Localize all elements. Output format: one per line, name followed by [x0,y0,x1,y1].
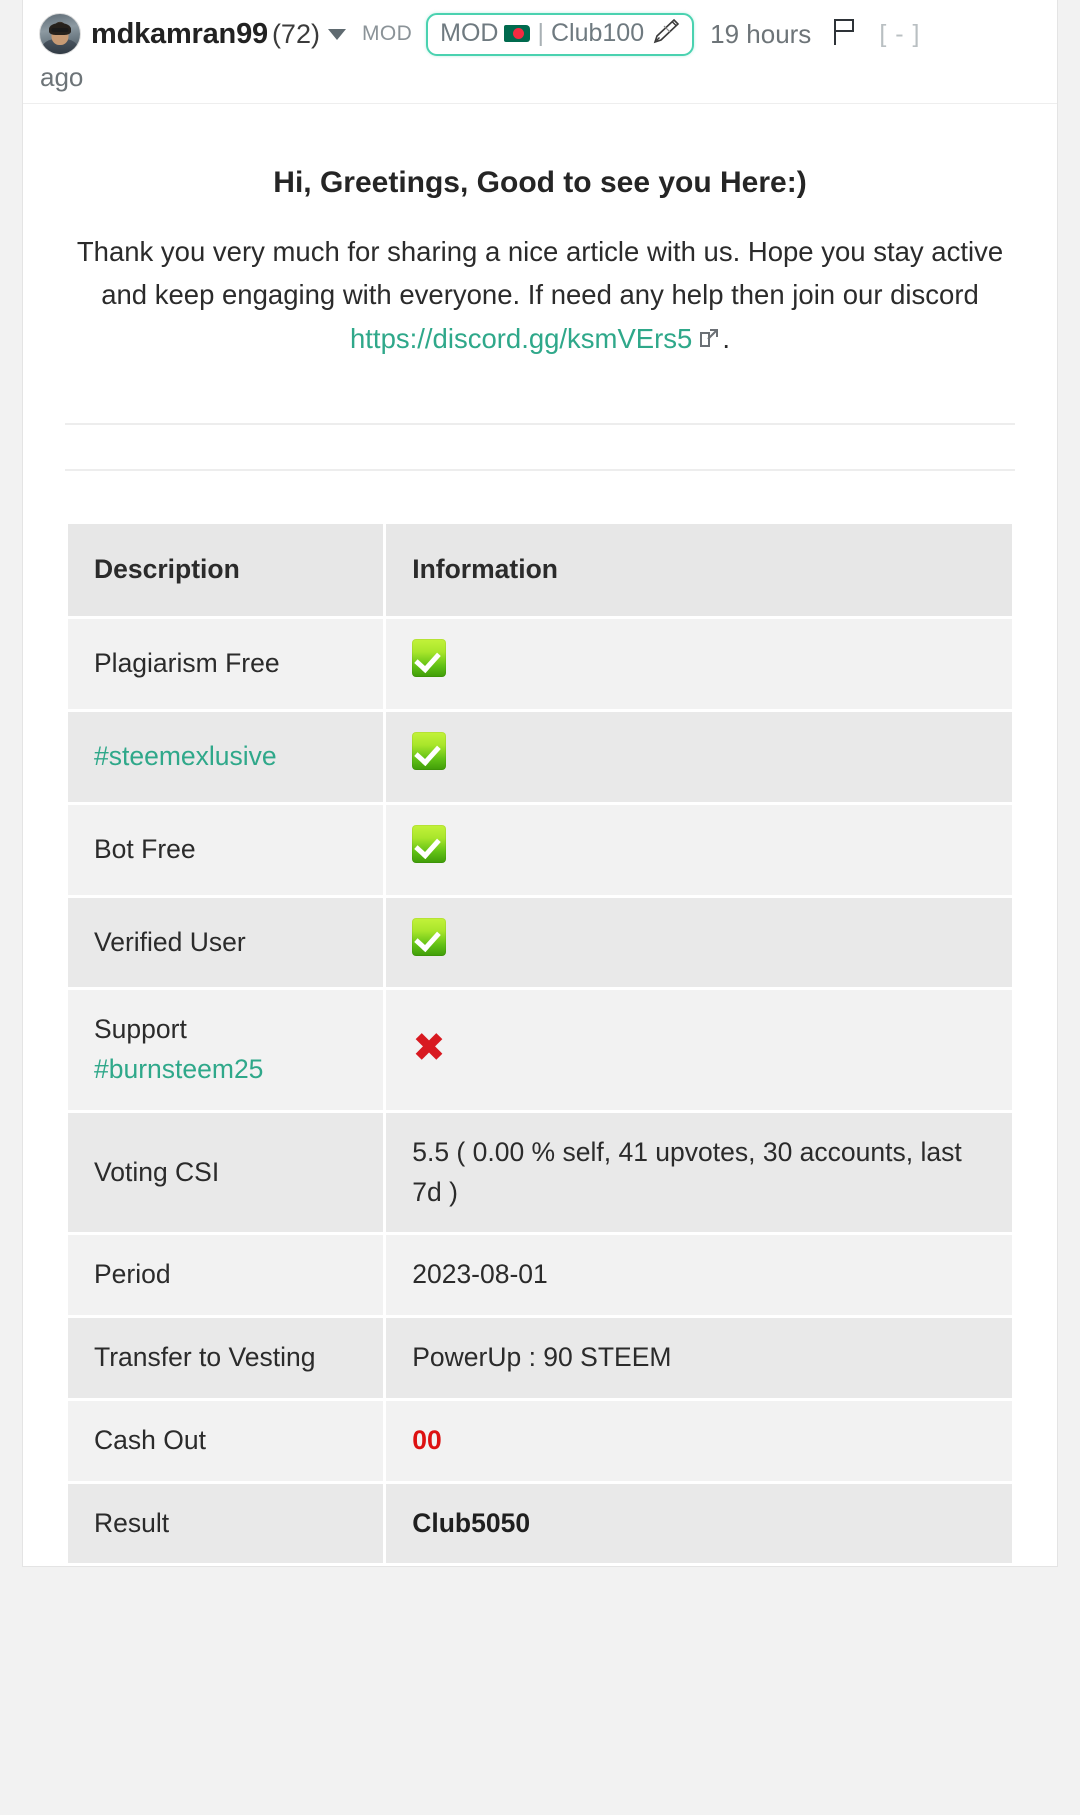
author-reputation: (72) [271,18,320,49]
table-row: Voting CSI 5.5 ( 0.00 % self, 41 upvotes,… [68,1112,1012,1233]
cell-description: Support #burnsteem25 [68,990,384,1110]
divider-bottom [65,469,1015,472]
information-value: 2023-08-01 [412,1259,548,1290]
description-label: Period [94,1259,171,1290]
cell-description: Transfer to Vesting [68,1318,384,1398]
cell-description: Plagiarism Free [68,619,384,710]
information-value: PowerUp : 90 STEEM [412,1342,672,1373]
greeting-paragraph: Thank you very much for sharing a nice a… [71,230,1009,361]
badge-separator: | [537,18,544,47]
column-header-description: Description [68,524,384,617]
divider-top [65,423,1015,426]
cell-information [386,619,1012,710]
paragraph-text-after: . [722,322,730,354]
table-row: Verified User [68,897,1012,988]
flag-outline-icon[interactable] [831,17,857,52]
external-link-icon [698,318,720,361]
description-tag-link[interactable]: #burnsteem25 [94,1054,263,1084]
table-header-row: Description Information [68,524,1012,617]
check-mark-icon [412,917,447,956]
description-label: Plagiarism Free [94,648,280,679]
timestamp-wrap: ago [40,61,84,92]
table-row: #steemexlusive [68,712,1012,802]
cell-description: Cash Out [68,1400,384,1481]
cross-mark-icon: ✖ [412,1024,446,1071]
description-label: Support [94,1014,187,1045]
cell-information: 5.5 ( 0.00 % self, 41 upvotes, 30 accoun… [386,1112,1012,1233]
report-table: Description Information Plagiarism Free #… [65,521,1015,1566]
comment-header: mdkamran99 (72) MOD MOD | Club100 19 hou… [23,0,1057,104]
column-header-information: Information [386,524,1012,617]
pen-icon [650,18,680,49]
comment-card: mdkamran99 (72) MOD MOD | Club100 19 hou… [22,0,1058,1568]
cell-description: #steemexlusive [68,712,384,802]
greeting-title: Hi, Greetings, Good to see you Here:) [273,166,807,199]
cell-description: Result [68,1483,384,1564]
table-row: Result Club5050 [68,1483,1012,1564]
description-label: Cash Out [94,1424,206,1455]
chevron-down-icon[interactable] [327,28,346,40]
cell-information: PowerUp : 90 STEEM [386,1318,1012,1398]
cell-information: ✖ [386,990,1012,1110]
description-label: Transfer to Vesting [94,1342,316,1373]
table-row: Cash Out 00 [68,1400,1012,1481]
report-table-body: Plagiarism Free #steemexlusive Bot Free Ver… [68,619,1012,1564]
mod-club-badge[interactable]: MOD | Club100 [426,12,695,56]
description-label: Bot Free [94,833,196,864]
mod-role-label: MOD [361,22,413,45]
information-value: 00 [412,1424,442,1455]
bangladesh-flag-icon [504,24,531,42]
description-label: Result [94,1507,170,1538]
author-name[interactable]: mdkamran99 [91,18,268,51]
cell-description: Verified User [68,897,384,988]
check-mark-icon [412,639,447,678]
cell-information: Club5050 [386,1483,1012,1564]
cell-information: 00 [386,1400,1012,1481]
table-row: Plagiarism Free [68,619,1012,710]
table-row: Support #burnsteem25 ✖ [68,990,1012,1110]
table-row: Transfer to Vesting PowerUp : 90 STEEM [68,1318,1012,1398]
check-mark-icon [412,824,447,863]
information-value: Club5050 [412,1507,531,1538]
comment-body: Hi, Greetings, Good to see you Here:) Th… [23,104,1057,477]
table-row: Bot Free [68,804,1012,895]
avatar-glasses [51,28,69,33]
description-label: Voting CSI [94,1156,220,1187]
badge-role-label: MOD [440,18,499,47]
cell-description: Voting CSI [68,1112,384,1233]
cell-information: 2023-08-01 [386,1235,1012,1316]
cell-information [386,712,1012,802]
collapse-toggle[interactable]: [ - ] [879,20,920,49]
table-row: Period 2023-08-01 [68,1235,1012,1316]
comment-timestamp[interactable]: 19 hours [710,19,811,50]
information-value: 5.5 ( 0.00 % self, 41 upvotes, 30 accoun… [412,1136,962,1207]
report-table-container: Description Information Plagiarism Free #… [23,477,1057,1566]
description-label: Verified User [94,926,246,957]
cell-description: Period [68,1235,384,1316]
discord-link[interactable]: https://discord.gg/ksmVErs5 [350,323,692,354]
user-avatar[interactable] [39,13,81,55]
cell-information [386,897,1012,988]
paragraph-text-before: Thank you very much for sharing a nice a… [76,236,1004,311]
cell-description: Bot Free [68,804,384,895]
badge-club-label: Club100 [550,18,645,47]
description-tag-link[interactable]: #steemexlusive [94,741,277,771]
cell-information [386,804,1012,895]
check-mark-icon [412,732,447,771]
